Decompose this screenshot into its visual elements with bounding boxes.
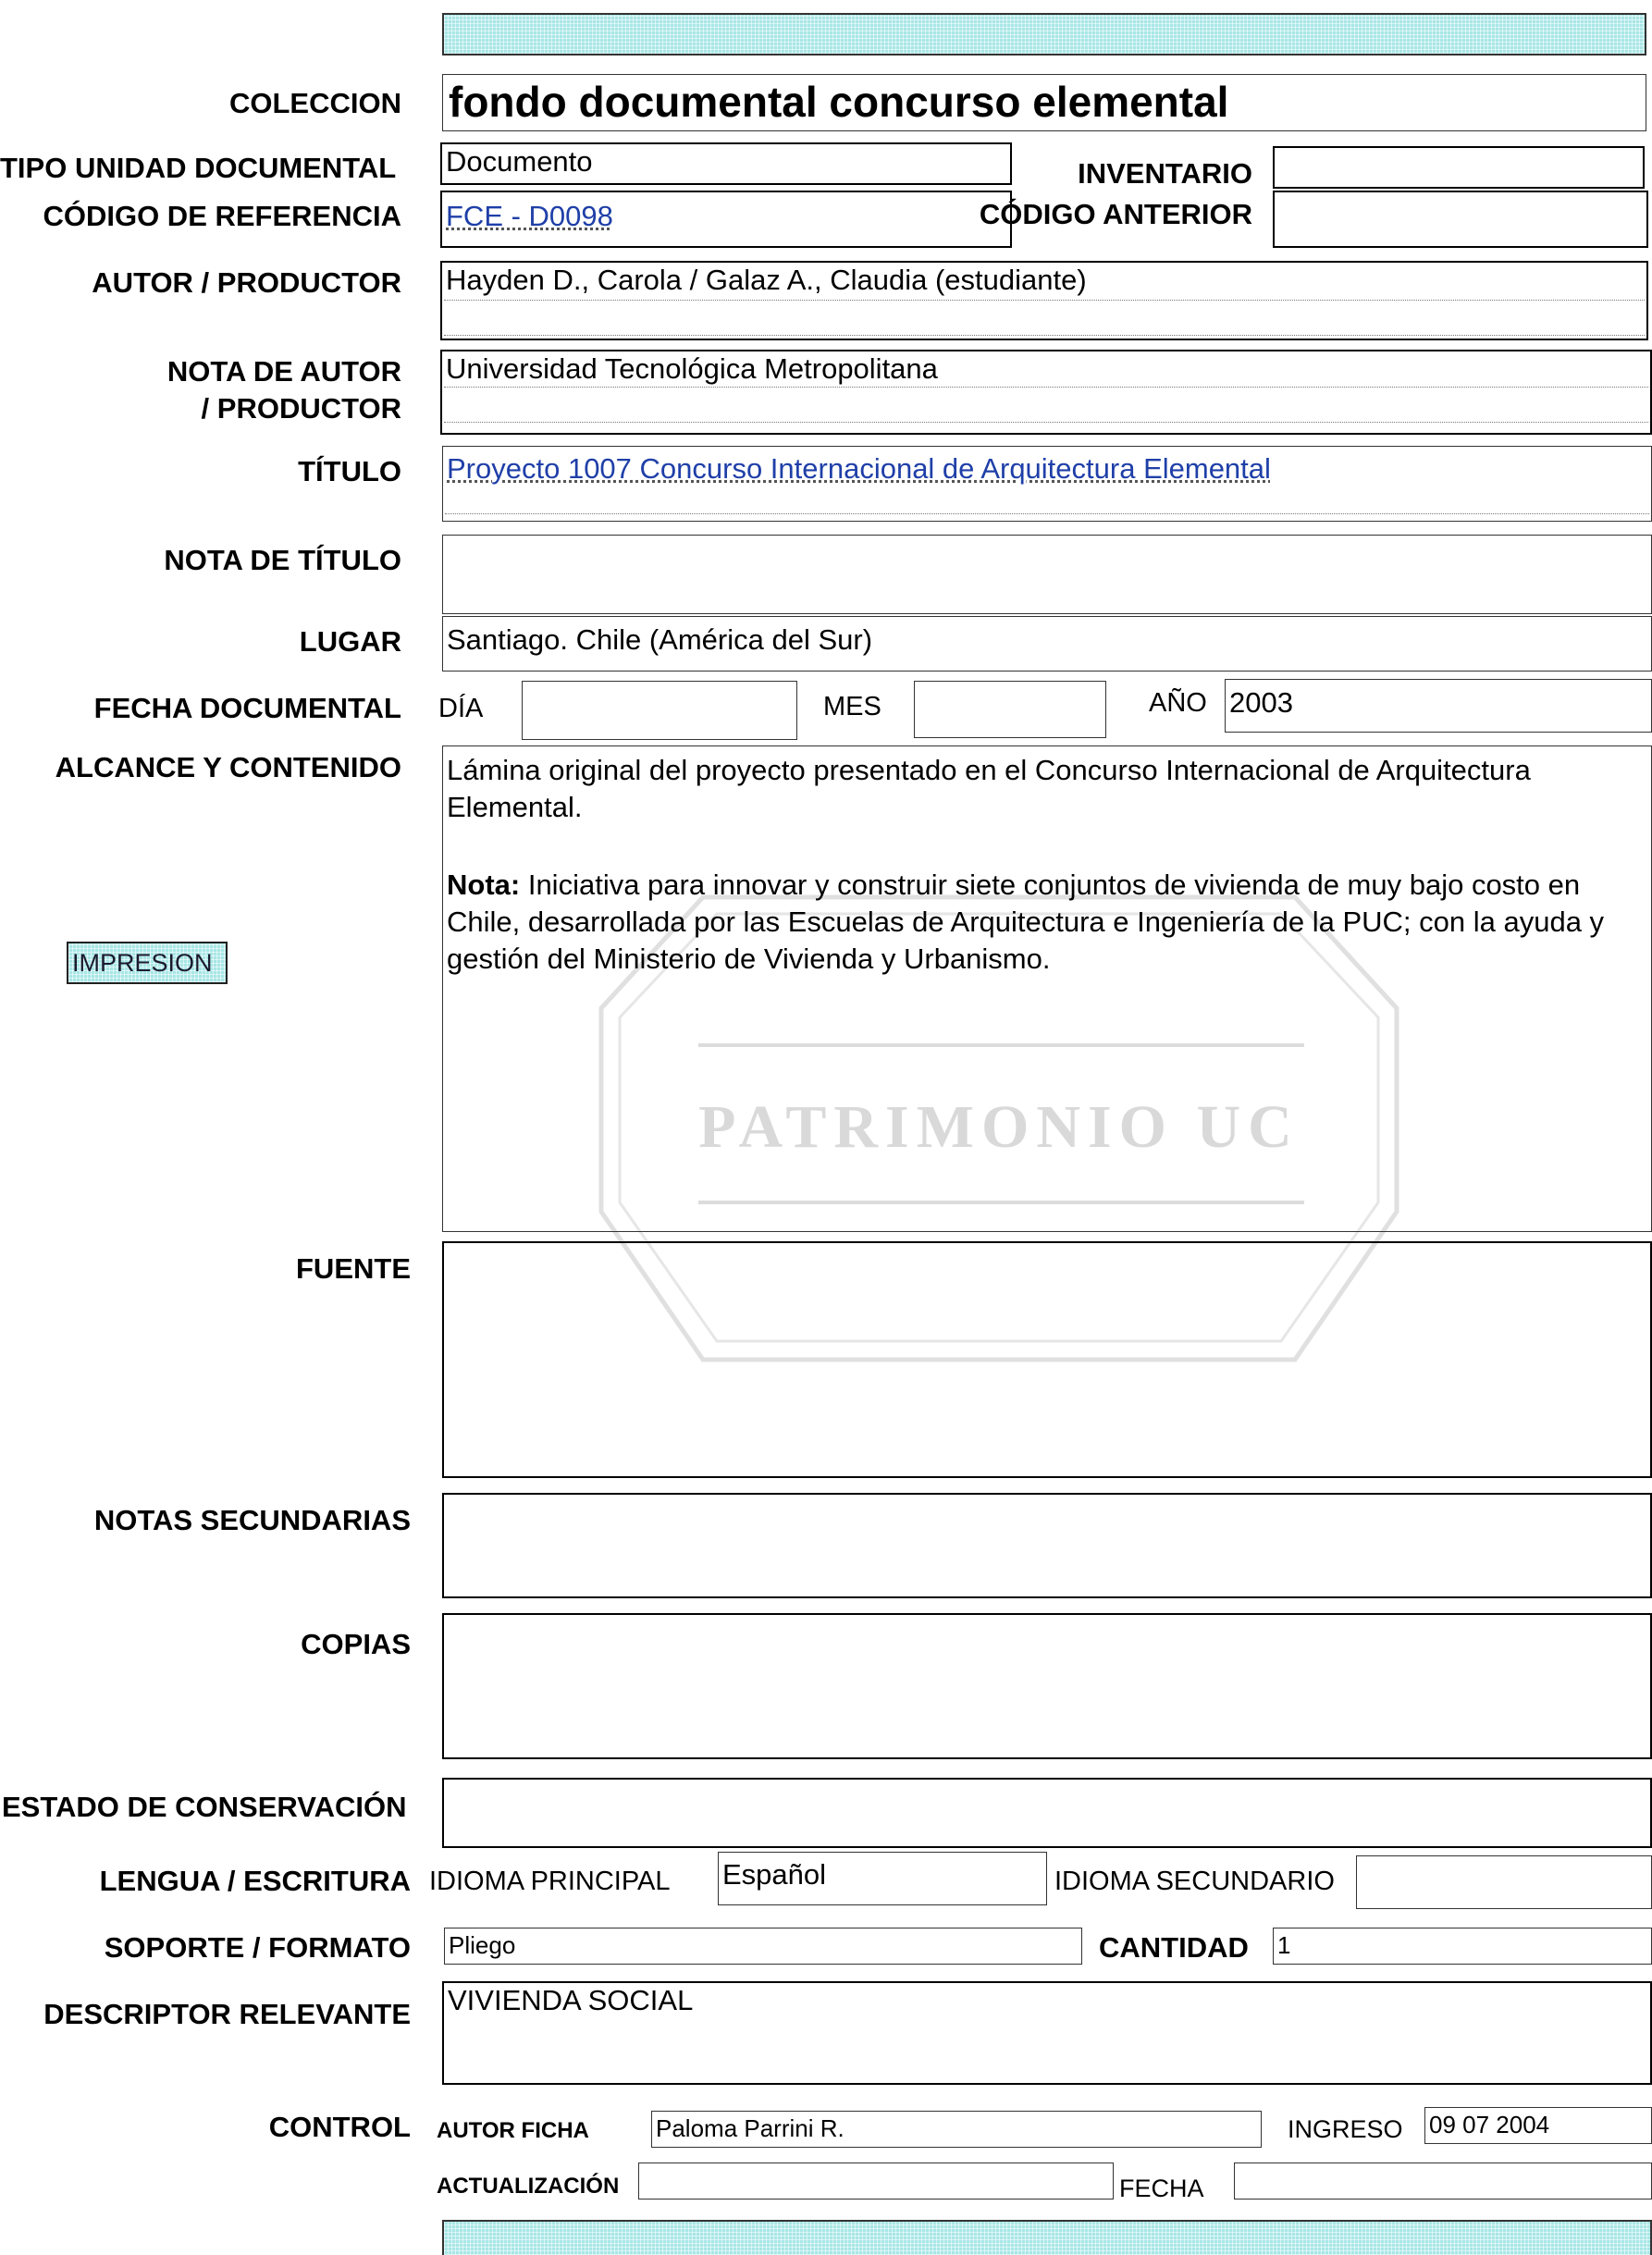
alcance-contenido-label: ALCANCE Y CONTENIDO bbox=[55, 751, 401, 783]
autor-ficha-label: AUTOR FICHA bbox=[437, 2118, 589, 2143]
notas-secundarias-field[interactable] bbox=[442, 1493, 1652, 1598]
nota-titulo-label: NOTA DE TÍTULO bbox=[164, 544, 401, 576]
descriptor-relevante-label: DESCRIPTOR RELEVANTE bbox=[43, 1998, 411, 2030]
codigo-referencia-value[interactable]: FCE - D0098 bbox=[442, 192, 1010, 240]
autor-ficha-field[interactable]: Paloma Parrini R. bbox=[651, 2111, 1262, 2148]
autor-productor-value: Hayden D., Carola / Galaz A., Claudia (e… bbox=[446, 264, 1087, 296]
autor-ficha-value: Paloma Parrini R. bbox=[656, 2114, 844, 2142]
soporte-formato-field[interactable]: Pliego bbox=[444, 1928, 1082, 1965]
nota-titulo-field[interactable] bbox=[442, 535, 1652, 614]
nota-autor-value: Universidad Tecnológica Metropolitana bbox=[446, 352, 938, 385]
copias-label: COPIAS bbox=[301, 1628, 411, 1660]
notas-secundarias-label: NOTAS SECUNDARIAS bbox=[93, 1504, 411, 1536]
nota-autor-label-line2: / PRODUCTOR bbox=[201, 392, 401, 425]
nota-autor-field[interactable]: Universidad Tecnológica Metropolitana bbox=[440, 350, 1652, 435]
anio-field[interactable]: 2003 bbox=[1225, 679, 1652, 733]
anio-label: AÑO bbox=[1149, 688, 1207, 718]
titulo-label: TÍTULO bbox=[298, 455, 401, 487]
inventario-field[interactable] bbox=[1273, 146, 1645, 189]
fuente-field[interactable] bbox=[442, 1241, 1652, 1478]
idioma-secundario-label: IDIOMA SECUNDARIO bbox=[1054, 1867, 1335, 1896]
actualizacion-label: ACTUALIZACIÓN bbox=[437, 2174, 620, 2199]
fecha-control-field[interactable] bbox=[1234, 2163, 1652, 2200]
codigo-referencia-label: CÓDIGO DE REFERENCIA bbox=[43, 200, 401, 232]
soporte-formato-value: Pliego bbox=[449, 1931, 516, 1959]
nota-autor-label-line1: NOTA DE AUTOR bbox=[166, 355, 401, 388]
lugar-label: LUGAR bbox=[299, 625, 401, 658]
alcance-nota-paragraph: Nota: Iniciativa para innovar y construi… bbox=[443, 865, 1651, 980]
codigo-anterior-field[interactable] bbox=[1273, 191, 1648, 248]
nota-autor-dotted-line-1 bbox=[444, 387, 1648, 388]
ingreso-label: INGRESO bbox=[1288, 2115, 1403, 2143]
copias-field[interactable] bbox=[442, 1613, 1652, 1759]
inventario-label: INVENTARIO bbox=[1078, 157, 1252, 190]
tipo-unidad-label: TIPO UNIDAD DOCUMENTAL bbox=[0, 152, 397, 184]
lugar-value: Santiago. Chile (América del Sur) bbox=[447, 623, 873, 656]
cantidad-value: 1 bbox=[1277, 1931, 1291, 1959]
alcance-paragraph-1: Lámina original del proyecto presentado … bbox=[447, 754, 1531, 823]
idioma-principal-label: IDIOMA PRINCIPAL bbox=[429, 1867, 671, 1896]
tipo-unidad-field[interactable]: Documento bbox=[440, 142, 1012, 185]
control-label: CONTROL bbox=[268, 2111, 411, 2143]
nota-autor-dotted-line-2 bbox=[444, 422, 1648, 423]
dia-field[interactable] bbox=[522, 681, 797, 740]
idioma-principal-field[interactable]: Español bbox=[718, 1852, 1047, 1905]
anio-value: 2003 bbox=[1229, 686, 1293, 719]
autor-dotted-line-1 bbox=[444, 300, 1645, 301]
codigo-anterior-label: CÓDIGO ANTERIOR bbox=[979, 198, 1252, 230]
impresion-button-label: IMPRESION bbox=[72, 949, 213, 977]
estado-conservacion-field[interactable] bbox=[442, 1778, 1652, 1848]
impresion-button[interactable]: IMPRESION bbox=[67, 942, 228, 984]
cantidad-label: CANTIDAD bbox=[1099, 1931, 1249, 1964]
fecha-documental-label: FECHA DOCUMENTAL bbox=[93, 692, 401, 724]
alcance-contenido-field[interactable]: Lámina original del proyecto presentado … bbox=[442, 746, 1652, 1232]
ingreso-field[interactable]: 09 07 2004 bbox=[1424, 2107, 1652, 2144]
fecha-control-label: FECHA bbox=[1119, 2175, 1204, 2202]
coleccion-value: fondo documental concurso elemental bbox=[449, 78, 1229, 126]
codigo-referencia-field[interactable]: FCE - D0098 bbox=[440, 191, 1012, 248]
fuente-label: FUENTE bbox=[296, 1252, 411, 1285]
dia-label: DÍA bbox=[438, 694, 484, 723]
descriptor-relevante-field[interactable]: VIVIENDA SOCIAL bbox=[442, 1981, 1652, 2085]
titulo-field[interactable]: Proyecto 1007 Concurso Internacional de … bbox=[442, 446, 1652, 522]
idioma-secundario-field[interactable] bbox=[1356, 1855, 1652, 1909]
autor-productor-field[interactable]: Hayden D., Carola / Galaz A., Claudia (e… bbox=[440, 261, 1648, 340]
coleccion-label: COLECCION bbox=[229, 87, 401, 119]
estado-conservacion-label: ESTADO DE CONSERVACIÓN bbox=[2, 1791, 407, 1823]
titulo-value[interactable]: Proyecto 1007 Concurso Internacional de … bbox=[443, 447, 1651, 491]
alcance-nota-text: Iniciativa para innovar y construir siet… bbox=[447, 869, 1605, 975]
ingreso-value: 09 07 2004 bbox=[1429, 2111, 1550, 2138]
cantidad-field[interactable]: 1 bbox=[1273, 1928, 1652, 1965]
bottom-banner-bar bbox=[442, 2220, 1652, 2255]
mes-field[interactable] bbox=[914, 681, 1106, 738]
tipo-unidad-value: Documento bbox=[446, 145, 593, 178]
lugar-field[interactable]: Santiago. Chile (América del Sur) bbox=[442, 616, 1652, 672]
descriptor-relevante-value: VIVIENDA SOCIAL bbox=[448, 1984, 694, 2016]
top-banner-bar bbox=[442, 13, 1646, 55]
actualizacion-field[interactable] bbox=[638, 2163, 1114, 2200]
idioma-principal-value: Español bbox=[722, 1858, 827, 1891]
autor-productor-label: AUTOR / PRODUCTOR bbox=[92, 266, 401, 299]
autor-dotted-line-2 bbox=[444, 335, 1645, 336]
coleccion-field[interactable]: fondo documental concurso elemental bbox=[442, 74, 1646, 131]
alcance-nota-label: Nota: bbox=[447, 869, 521, 901]
mes-label: MES bbox=[823, 692, 881, 721]
soporte-formato-label: SOPORTE / FORMATO bbox=[104, 1931, 411, 1964]
titulo-dotted-line bbox=[445, 513, 1649, 514]
lengua-escritura-label: LENGUA / ESCRITURA bbox=[99, 1865, 411, 1897]
